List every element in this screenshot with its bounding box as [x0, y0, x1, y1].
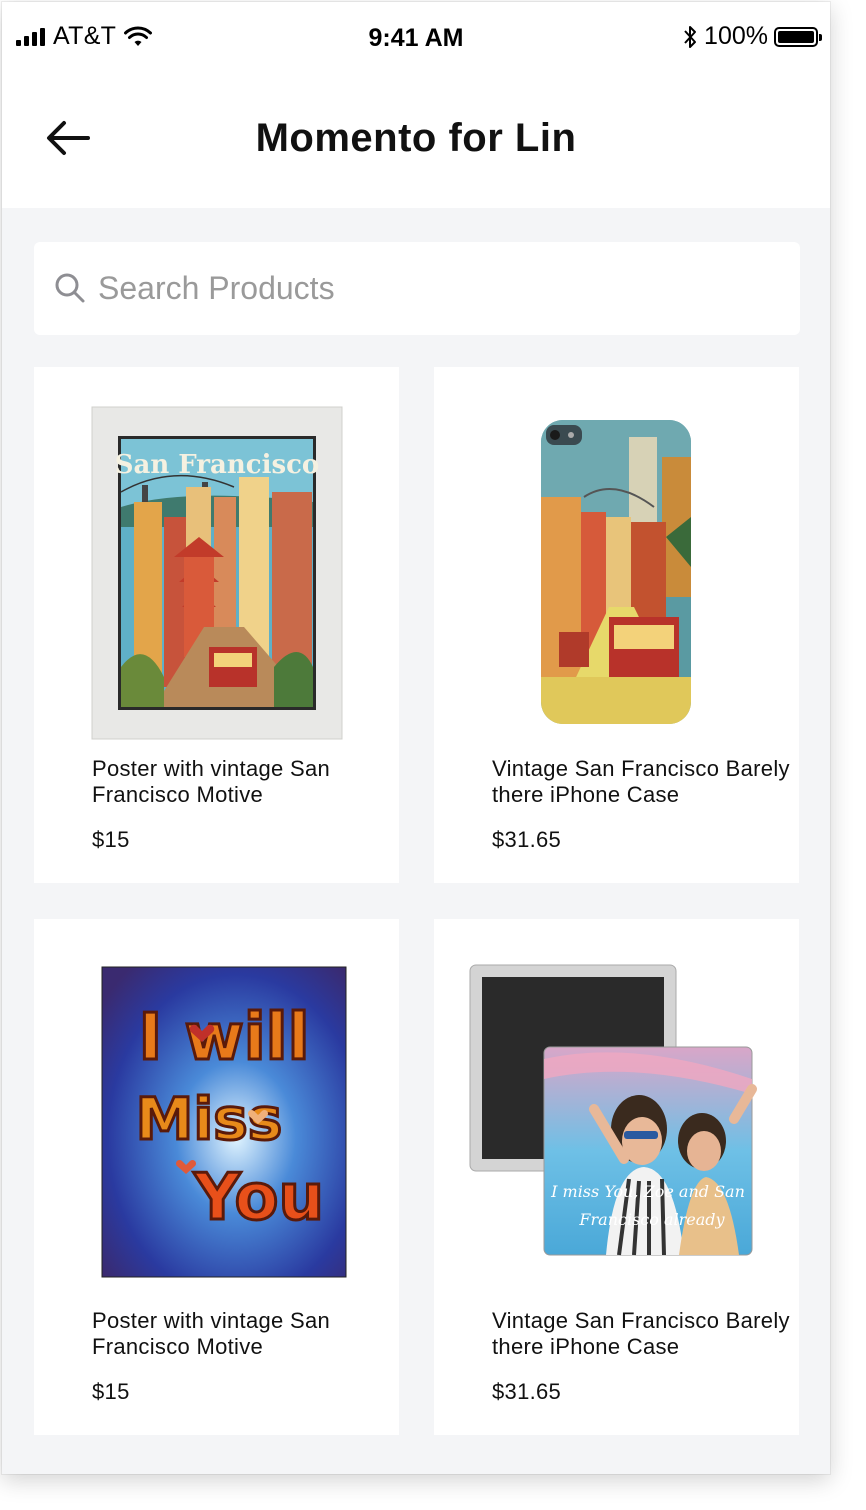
page-title: Momento for Lin — [255, 116, 577, 160]
poster-title-text: San Francisco — [115, 450, 320, 480]
product-name: Vintage San Francisco Barely there iPhon… — [492, 756, 790, 807]
poster-text-line-3: You — [193, 1161, 324, 1235]
phone-screen: AT&T 9:41 AM 100% Momento for Lin Search… — [2, 2, 830, 1474]
product-image-magnet: I miss You, Zoe and San Francisco alread… — [434, 919, 799, 1304]
product-price: $31.65 — [492, 1379, 562, 1404]
battery-icon — [774, 26, 822, 47]
product-card[interactable]: Vintage San Francisco Barely there iPhon… — [434, 367, 799, 883]
nav-header: Momento for Lin — [2, 72, 830, 208]
product-card[interactable]: I will Miss You Poster with vintage San … — [34, 919, 399, 1435]
bluetooth-icon — [684, 25, 697, 48]
product-price: $15 — [92, 1379, 130, 1404]
product-price: $15 — [92, 827, 130, 852]
status-right: 100% — [682, 22, 822, 51]
product-image-poster-san-francisco: San Francisco — [34, 367, 399, 752]
product-card[interactable]: San Francisco Poster with vintage San Fr… — [34, 367, 399, 883]
product-image-poster-miss-you: I will Miss You — [34, 919, 399, 1304]
product-price: $31.65 — [492, 827, 562, 852]
magnet-caption-line-2: Francisco already — [578, 1210, 725, 1229]
product-name: Vintage San Francisco Barely there iPhon… — [492, 1308, 790, 1359]
search-bar — [34, 242, 800, 335]
product-card[interactable]: I miss You, Zoe and San Francisco alread… — [434, 919, 799, 1435]
search-icon — [55, 273, 85, 303]
poster-text-line-1: I will — [138, 1001, 309, 1075]
product-image-iphone-case — [434, 367, 799, 752]
status-bar: AT&T 9:41 AM 100% — [2, 2, 830, 72]
search-input[interactable] — [98, 260, 778, 316]
product-name: Poster with vintage San Francisco Motive — [92, 756, 331, 807]
product-name: Poster with vintage San Francisco Motive — [92, 1308, 331, 1359]
battery-percentage: 100% — [704, 22, 768, 50]
magnet-caption-line-1: I miss You, Zoe and San — [550, 1182, 745, 1201]
